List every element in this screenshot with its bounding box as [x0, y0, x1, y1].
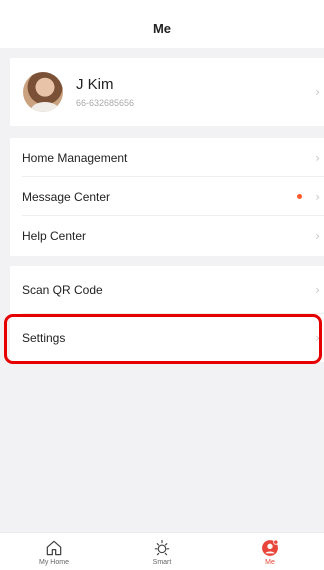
avatar: [23, 72, 63, 112]
bottom-tab-bar: My Home Smart Me: [0, 532, 324, 570]
chevron-right-icon: ›: [315, 189, 320, 204]
menu-item-help-center[interactable]: Help Center ›: [10, 216, 324, 255]
tab-label: My Home: [39, 558, 69, 566]
sun-icon: [154, 539, 170, 555]
tab-me[interactable]: Me: [235, 538, 305, 566]
tab-label: Smart: [152, 558, 172, 566]
menu-item-message-center[interactable]: Message Center ›: [10, 177, 324, 216]
house-icon: [46, 540, 62, 555]
tab-label: Me: [265, 558, 275, 566]
menu-item-scan-qr-code[interactable]: Scan QR Code ›: [10, 266, 324, 314]
page-title: Me: [152, 20, 172, 36]
unread-badge: [297, 194, 302, 199]
menu-item-label: Message Center: [22, 189, 111, 204]
me-screen: Me J Kim 66-632685656 › Home Management …: [0, 0, 324, 570]
person-icon: [262, 539, 279, 556]
chevron-right-icon: ›: [315, 85, 320, 99]
menu-item-label: Home Management: [22, 150, 128, 165]
menu-item-home-management[interactable]: Home Management ›: [10, 138, 324, 177]
chevron-right-icon: ›: [315, 150, 320, 165]
chevron-right-icon: ›: [315, 228, 320, 243]
profile-info: J Kim 66-632685656: [76, 76, 134, 108]
menu-item-label: Help Center: [22, 228, 87, 243]
tab-my-home[interactable]: My Home: [19, 538, 89, 566]
profile-name: J Kim: [76, 76, 114, 93]
profile-card[interactable]: J Kim 66-632685656 ›: [10, 58, 324, 126]
tab-smart[interactable]: Smart: [127, 538, 197, 566]
chevron-right-icon: ›: [315, 283, 320, 297]
settings-highlight-box: [4, 314, 322, 364]
menu-item-label: Scan QR Code: [22, 283, 103, 297]
header: Me: [0, 0, 324, 48]
profile-phone: 66-632685656: [76, 98, 135, 108]
menu-group-1: Home Management › Message Center › Help …: [10, 138, 324, 256]
